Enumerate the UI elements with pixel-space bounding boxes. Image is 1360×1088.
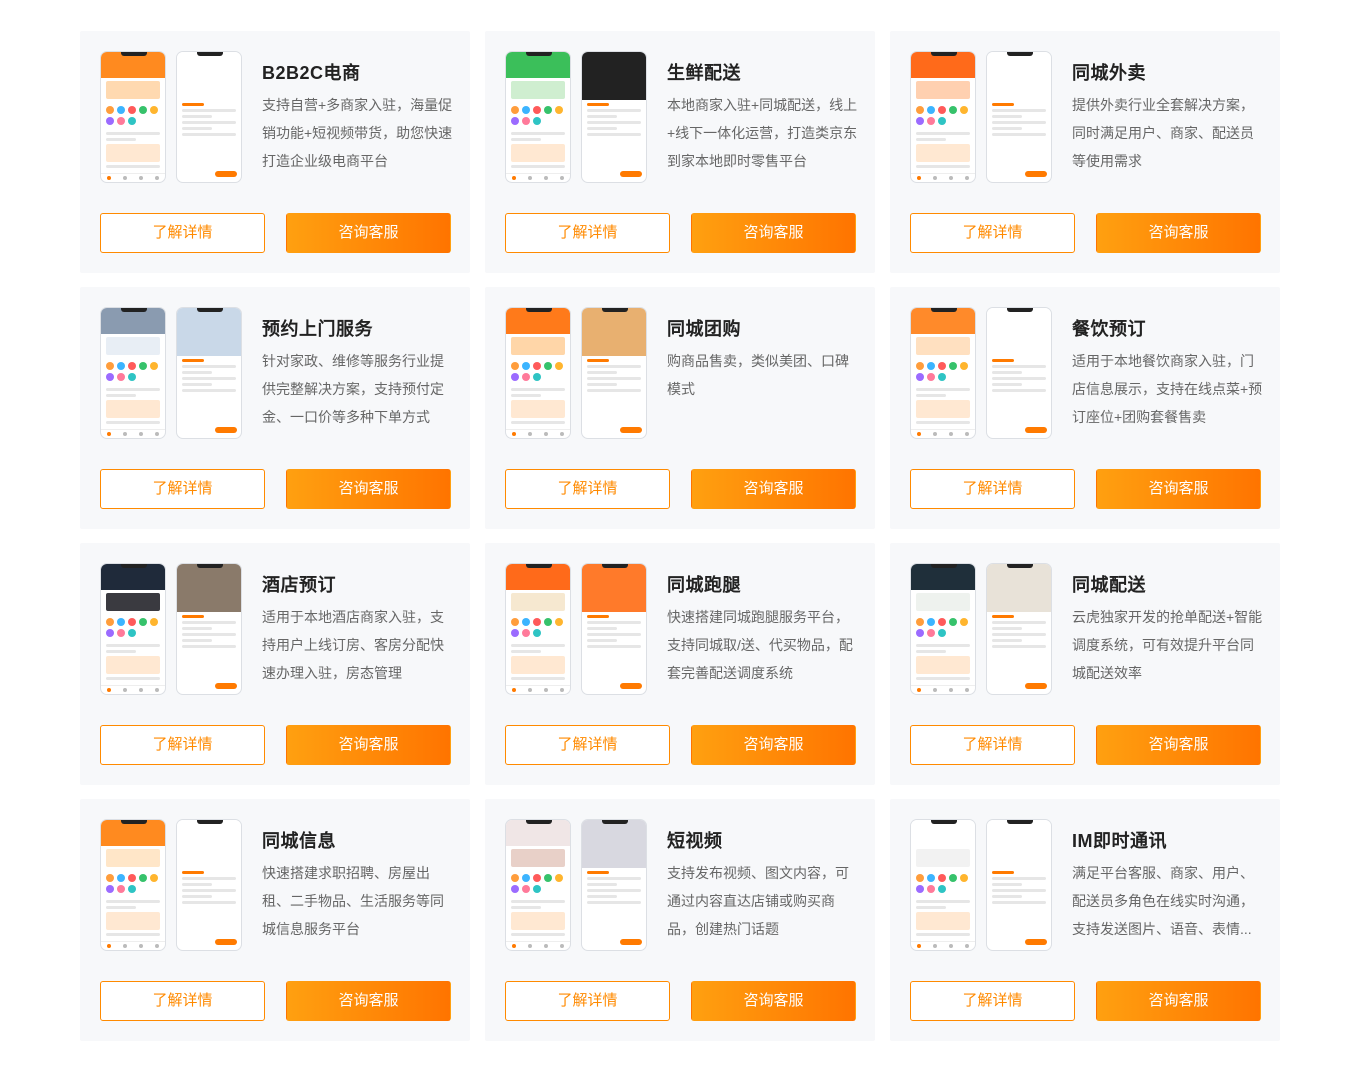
solution-card: B2B2C电商 支持自营+多商家入驻，海量促销功能+短视频带货，助您快速打造企业… <box>80 31 470 273</box>
phone-screenshot-detail <box>581 307 647 439</box>
phone-mockups <box>100 307 242 439</box>
phone-screenshot-home <box>100 563 166 695</box>
card-title: 同城信息 <box>262 831 336 851</box>
phone-screenshot-home <box>505 563 571 695</box>
phone-mockups <box>100 563 242 695</box>
learn-more-button[interactable]: 了解详情 <box>910 213 1075 253</box>
learn-more-button[interactable]: 了解详情 <box>100 213 265 253</box>
card-description: 支持发布视频、图文内容，可通过内容直达店铺或购买商品，创建热门话题 <box>667 865 849 937</box>
phone-screenshot-detail <box>176 819 242 951</box>
learn-more-button[interactable]: 了解详情 <box>910 981 1075 1021</box>
card-description: 购商品售卖，类似美团、口碑模式 <box>667 353 849 397</box>
consult-service-button[interactable]: 咨询客服 <box>1096 981 1261 1021</box>
phone-screenshot-detail <box>986 51 1052 183</box>
phone-mockups <box>100 51 242 183</box>
card-description: 支持自营+多商家入驻，海量促销功能+短视频带货，助您快速打造企业级电商平台 <box>262 97 453 169</box>
card-title: 酒店预订 <box>262 575 336 595</box>
consult-service-button[interactable]: 咨询客服 <box>286 981 451 1021</box>
phone-screenshot-detail <box>986 563 1052 695</box>
learn-more-button[interactable]: 了解详情 <box>100 725 265 765</box>
phone-mockups <box>910 307 1052 439</box>
phone-screenshot-home <box>100 307 166 439</box>
card-description: 适用于本地酒店商家入驻，支持用户上线订房、客房分配快速办理入驻，房态管理 <box>262 609 444 681</box>
solution-card: 餐饮预订 适用于本地餐饮商家入驻，门店信息展示，支持在线点菜+预订座位+团购套餐… <box>890 287 1280 529</box>
learn-more-button[interactable]: 了解详情 <box>100 981 265 1021</box>
solution-card: 同城跑腿 快速搭建同城跑腿服务平台，支持同城取/送、代买物品，配套完善配送调度系… <box>485 543 875 785</box>
solutions-grid: B2B2C电商 支持自营+多商家入驻，海量促销功能+短视频带货，助您快速打造企业… <box>80 31 1280 1041</box>
card-description: 云虎独家开发的抢单配送+智能调度系统，可有效提升平台同城配送效率 <box>1072 609 1263 681</box>
consult-service-button[interactable]: 咨询客服 <box>1096 469 1261 509</box>
phone-screenshot-home <box>910 563 976 695</box>
learn-more-button[interactable]: 了解详情 <box>505 725 670 765</box>
phone-screenshot-detail <box>176 563 242 695</box>
phone-mockups <box>100 819 242 951</box>
phone-screenshot-home <box>100 819 166 951</box>
phone-screenshot-home <box>910 51 976 183</box>
solution-card: 生鲜配送 本地商家入驻+同城配送，线上+线下一体化运营，打造类京东到家本地即时零… <box>485 31 875 273</box>
phone-screenshot-home <box>100 51 166 183</box>
solution-card: 同城配送 云虎独家开发的抢单配送+智能调度系统，可有效提升平台同城配送效率 了解… <box>890 543 1280 785</box>
phone-mockups <box>505 51 647 183</box>
learn-more-button[interactable]: 了解详情 <box>100 469 265 509</box>
phone-screenshot-detail <box>176 307 242 439</box>
phone-screenshot-detail <box>581 819 647 951</box>
solution-card: 同城信息 快速搭建求职招聘、房屋出租、二手物品、生活服务等同城信息服务平台 了解… <box>80 799 470 1041</box>
card-title: 预约上门服务 <box>262 319 373 339</box>
learn-more-button[interactable]: 了解详情 <box>910 725 1075 765</box>
card-description: 提供外卖行业全套解决方案，同时满足用户、商家、配送员等使用需求 <box>1072 97 1254 169</box>
card-title: 生鲜配送 <box>667 63 741 83</box>
card-description: 本地商家入驻+同城配送，线上+线下一体化运营，打造类京东到家本地即时零售平台 <box>667 97 858 169</box>
consult-service-button[interactable]: 咨询客服 <box>286 725 451 765</box>
learn-more-button[interactable]: 了解详情 <box>505 981 670 1021</box>
phone-mockups <box>505 819 647 951</box>
learn-more-button[interactable]: 了解详情 <box>505 469 670 509</box>
learn-more-button[interactable]: 了解详情 <box>505 213 670 253</box>
solution-card: 酒店预订 适用于本地酒店商家入驻，支持用户上线订房、客房分配快速办理入驻，房态管… <box>80 543 470 785</box>
phone-screenshot-detail <box>176 51 242 183</box>
phone-mockups <box>910 819 1052 951</box>
card-title: 短视频 <box>667 831 723 851</box>
card-description: 满足平台客服、商家、用户、配送员多角色在线实时沟通，支持发送图片、语音、表情..… <box>1072 865 1254 937</box>
consult-service-button[interactable]: 咨询客服 <box>1096 725 1261 765</box>
learn-more-button[interactable]: 了解详情 <box>910 469 1075 509</box>
card-title: 同城团购 <box>667 319 741 339</box>
phone-mockups <box>505 307 647 439</box>
card-description: 适用于本地餐饮商家入驻，门店信息展示，支持在线点菜+预订座位+团购套餐售卖 <box>1072 353 1263 425</box>
phone-mockups <box>910 563 1052 695</box>
phone-screenshot-detail <box>581 51 647 183</box>
card-title: IM即时通讯 <box>1072 831 1167 851</box>
solution-card: IM即时通讯 满足平台客服、商家、用户、配送员多角色在线实时沟通，支持发送图片、… <box>890 799 1280 1041</box>
phone-screenshot-home <box>910 307 976 439</box>
consult-service-button[interactable]: 咨询客服 <box>691 981 856 1021</box>
phone-screenshot-home <box>505 51 571 183</box>
consult-service-button[interactable]: 咨询客服 <box>1096 213 1261 253</box>
consult-service-button[interactable]: 咨询客服 <box>691 725 856 765</box>
card-title: 同城外卖 <box>1072 63 1146 83</box>
solution-card: 短视频 支持发布视频、图文内容，可通过内容直达店铺或购买商品，创建热门话题 了解… <box>485 799 875 1041</box>
card-title: 同城配送 <box>1072 575 1146 595</box>
phone-screenshot-home <box>505 307 571 439</box>
phone-screenshot-home <box>505 819 571 951</box>
consult-service-button[interactable]: 咨询客服 <box>691 469 856 509</box>
card-description: 快速搭建同城跑腿服务平台，支持同城取/送、代买物品，配套完善配送调度系统 <box>667 609 853 681</box>
consult-service-button[interactable]: 咨询客服 <box>286 213 451 253</box>
phone-mockups <box>910 51 1052 183</box>
card-description: 针对家政、维修等服务行业提供完整解决方案，支持预付定金、一口价等多种下单方式 <box>262 353 444 425</box>
card-description: 快速搭建求职招聘、房屋出租、二手物品、生活服务等同城信息服务平台 <box>262 865 444 937</box>
phone-screenshot-detail <box>986 819 1052 951</box>
solution-card: 同城团购 购商品售卖，类似美团、口碑模式 了解详情 咨询客服 <box>485 287 875 529</box>
phone-screenshot-detail <box>986 307 1052 439</box>
phone-mockups <box>505 563 647 695</box>
phone-screenshot-home <box>910 819 976 951</box>
phone-screenshot-detail <box>581 563 647 695</box>
consult-service-button[interactable]: 咨询客服 <box>286 469 451 509</box>
card-title: 同城跑腿 <box>667 575 741 595</box>
card-title: B2B2C电商 <box>262 63 361 83</box>
solution-card: 预约上门服务 针对家政、维修等服务行业提供完整解决方案，支持预付定金、一口价等多… <box>80 287 470 529</box>
card-title: 餐饮预订 <box>1072 319 1146 339</box>
consult-service-button[interactable]: 咨询客服 <box>691 213 856 253</box>
solution-card: 同城外卖 提供外卖行业全套解决方案，同时满足用户、商家、配送员等使用需求 了解详… <box>890 31 1280 273</box>
